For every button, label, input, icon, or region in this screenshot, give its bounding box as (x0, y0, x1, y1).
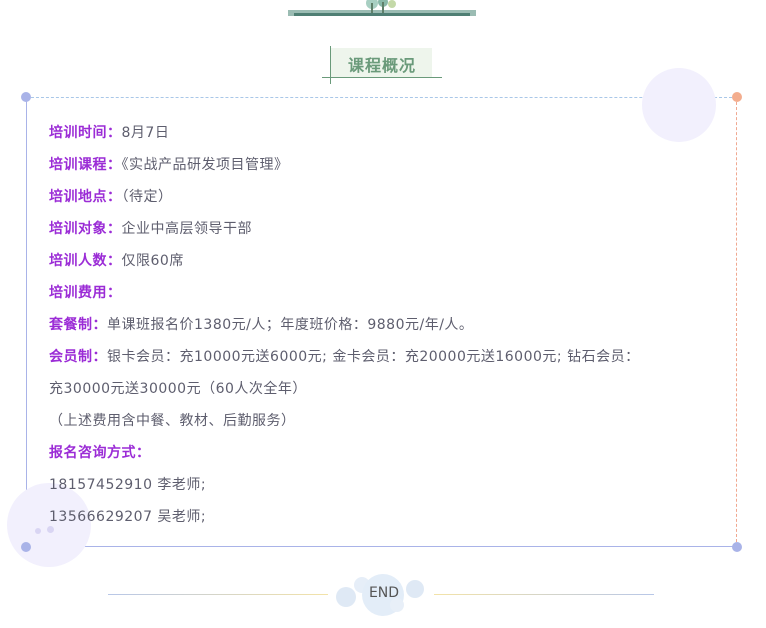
detail-row-phone-2: 13566629207 吴老师; (49, 501, 729, 533)
detail-row-fee-note: （上述费用含中餐、教材、后勤服务） (49, 405, 729, 437)
row-label: 培训课程： (49, 157, 122, 173)
row-label: 会员制： (49, 349, 107, 365)
detail-row-capacity: 培训人数：仅限60席 (49, 245, 729, 277)
detail-row-package: 套餐制：单课班报名价1380元/人；年度班价格：9880元/年/人。 (49, 309, 729, 341)
row-value: （待定） (121, 189, 173, 205)
row-label: 套餐制： (49, 317, 107, 333)
row-value: 18157452910 李老师; (49, 477, 207, 493)
section-title: 课程概况 (347, 56, 416, 75)
detail-row-fees: 培训费用： (49, 277, 729, 309)
row-value: 充30000元送30000元（60人次全年） (49, 381, 307, 397)
tree-banner-illustration (288, 0, 476, 16)
corner-dot-bottom-right (732, 542, 742, 552)
end-divider: END (108, 572, 656, 620)
row-value: 仅限60席 (121, 253, 184, 269)
detail-row-training-time: 培训时间：8月7日 (49, 117, 729, 149)
row-label: 培训对象： (49, 221, 122, 237)
end-line-right (434, 594, 654, 595)
course-details: 培训时间：8月7日 培训课程：《实战产品研发项目管理》 培训地点：（待定） 培训… (49, 117, 729, 533)
section-title-underline (322, 77, 442, 78)
decor-dot (35, 528, 41, 534)
row-value: 8月7日 (121, 125, 170, 141)
row-value: 企业中高层领导干部 (121, 221, 252, 237)
row-label: 培训地点： (49, 189, 122, 205)
corner-dot-bottom-left (21, 542, 31, 552)
course-overview-card: 培训时间：8月7日 培训课程：《实战产品研发项目管理》 培训地点：（待定） 培训… (7, 68, 742, 567)
corner-dot-top-right (732, 92, 742, 102)
row-value: 13566629207 吴老师; (49, 509, 207, 525)
row-label: 培训人数： (49, 253, 122, 269)
detail-row-audience: 培训对象：企业中高层领导干部 (49, 213, 729, 245)
row-value: 银卡会员：充10000元送6000元; 金卡会员：充20000元送16000元;… (107, 349, 640, 365)
end-bubble-decor (336, 587, 356, 607)
detail-row-phone-1: 18157452910 李老师; (49, 469, 729, 501)
detail-row-location: 培训地点：（待定） (49, 181, 729, 213)
row-label: 报名咨询方式： (49, 445, 151, 461)
end-text: END (368, 585, 400, 601)
row-label: 培训费用： (49, 285, 122, 301)
detail-row-course: 培训课程：《实战产品研发项目管理》 (49, 149, 729, 181)
row-value: （上述费用含中餐、教材、后勤服务） (49, 413, 296, 429)
section-header: 课程概况 (322, 46, 442, 84)
corner-dot-top-left (21, 92, 31, 102)
end-line-left (108, 594, 328, 595)
row-label: 培训时间： (49, 125, 122, 141)
row-value: 《实战产品研发项目管理》 (121, 157, 289, 173)
row-value: 单课班报名价1380元/人；年度班价格：9880元/年/人。 (107, 317, 474, 333)
detail-row-contact: 报名咨询方式： (49, 437, 729, 469)
detail-row-membership: 会员制：银卡会员：充10000元送6000元; 金卡会员：充20000元送160… (49, 341, 729, 373)
detail-row-membership-cont: 充30000元送30000元（60人次全年） (49, 373, 729, 405)
